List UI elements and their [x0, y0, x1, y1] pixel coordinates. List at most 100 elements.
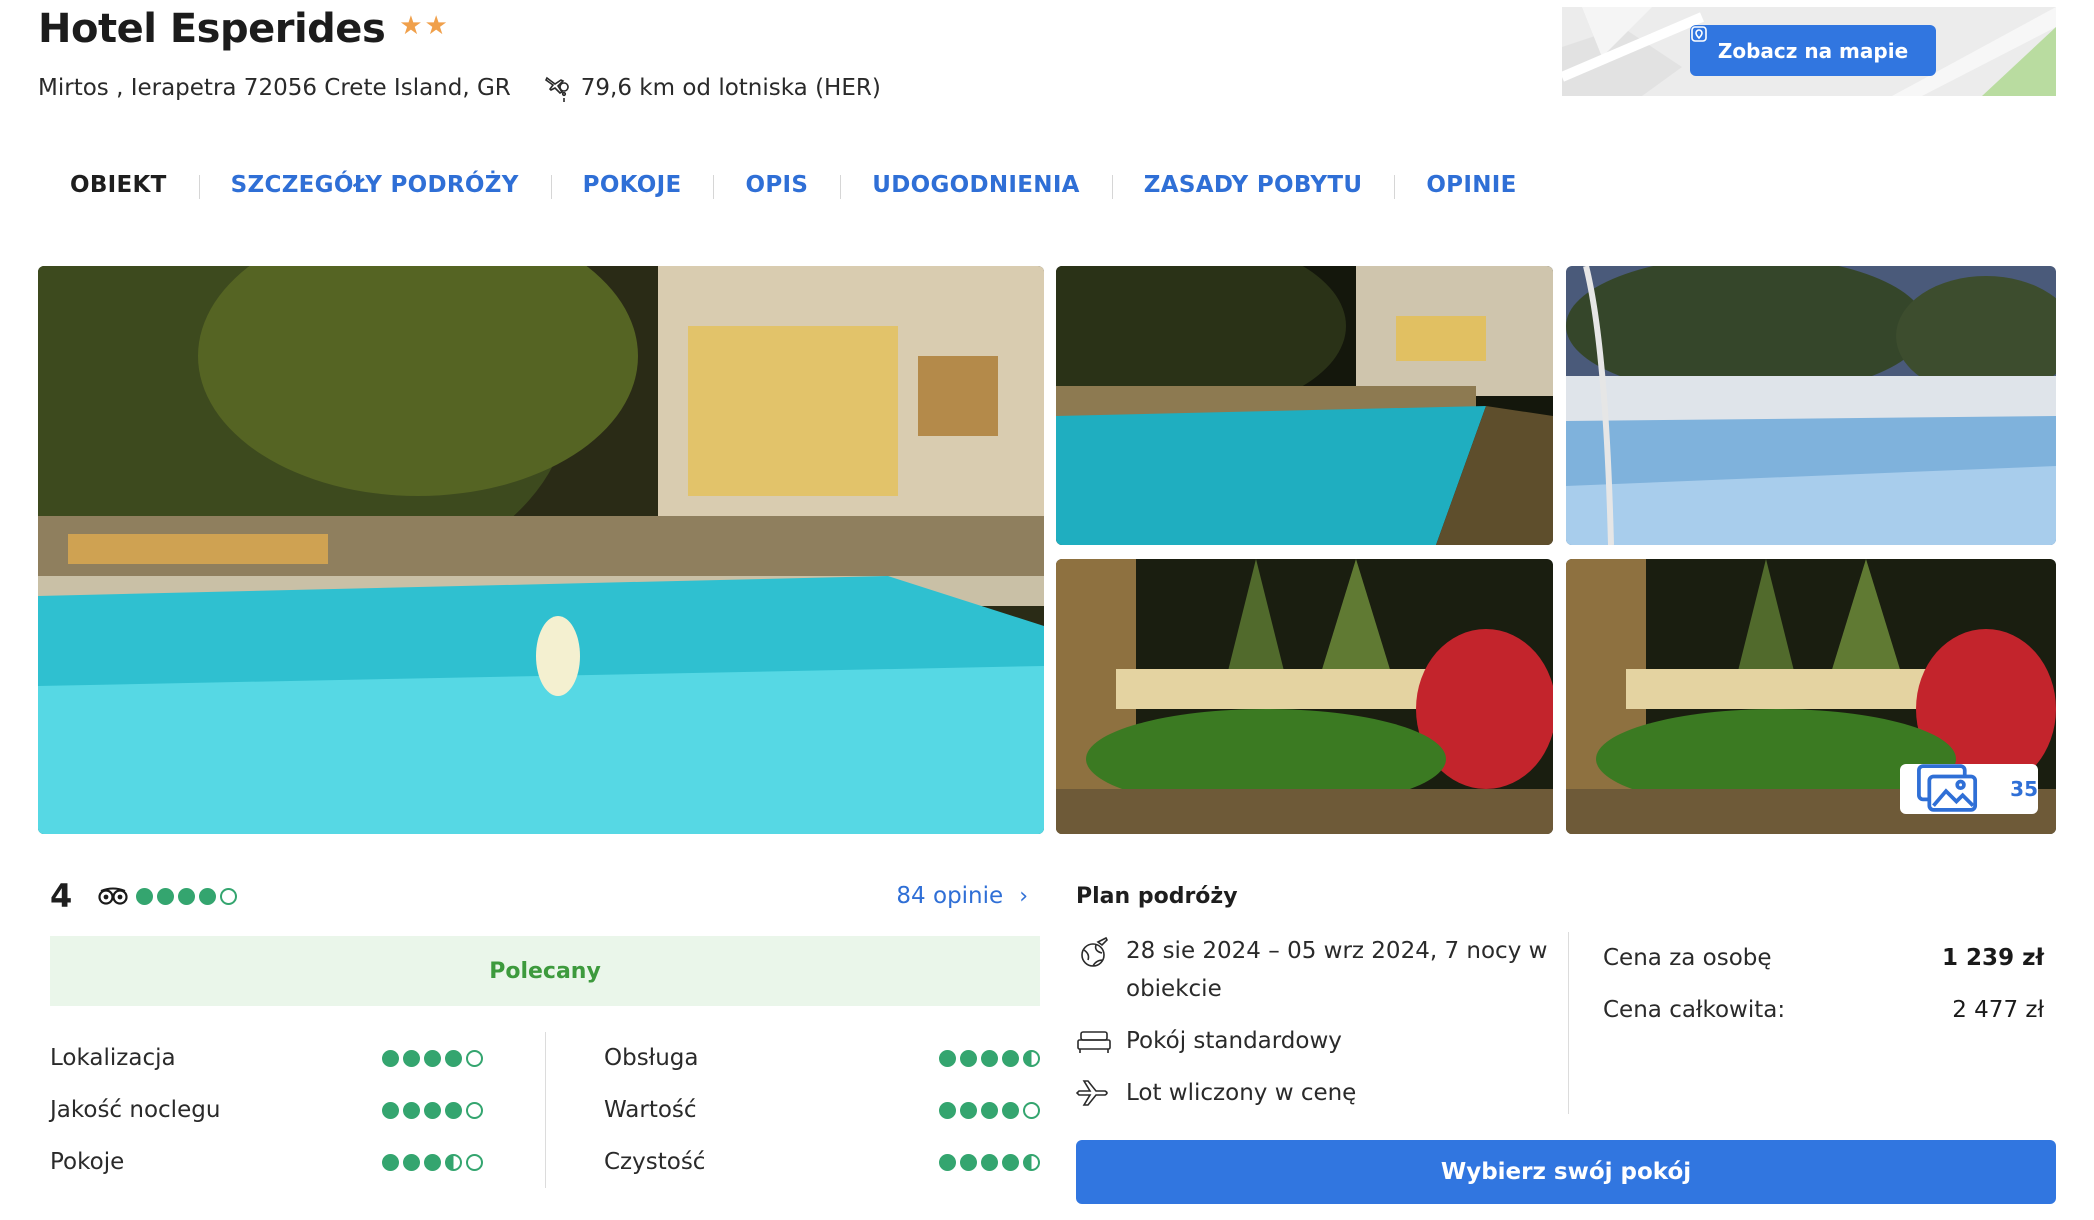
tab-description[interactable]: OPIS: [713, 172, 840, 199]
map-preview[interactable]: Zobacz na mapie: [1562, 7, 2056, 96]
trip-plan-title: Plan podróży: [1076, 883, 1238, 909]
recommended-badge: Polecany: [50, 936, 1040, 1006]
criterion-bubbles: [382, 1153, 483, 1171]
criterion-label: Czystość: [604, 1149, 706, 1175]
rating-bubble: [424, 1101, 441, 1119]
see-on-map-label: Zobacz na mapie: [1717, 38, 1909, 63]
title-row: Hotel Esperides ★★: [38, 6, 450, 52]
rating-bubble: [445, 1153, 462, 1171]
price-summary: Cena za osobę 1 239 zł Cena całkowita: 2…: [1568, 932, 2056, 1114]
images-icon: [1917, 764, 1978, 812]
rating-bubble: [939, 1049, 956, 1067]
globe-plane-icon: [1081, 936, 1108, 967]
rating-bubble: [1002, 1153, 1019, 1171]
rating-bubble: [960, 1101, 977, 1119]
rating-bubble: [199, 887, 216, 905]
rating-bubble: [1002, 1101, 1019, 1119]
trip-dates-label: 28 sie 2024 – 05 wrz 2024, 7 nocy w obie…: [1126, 938, 1548, 1002]
airplane-icon: [1076, 1080, 1108, 1106]
pool-night-photo: [38, 266, 1044, 834]
airplane-pin-icon: [544, 76, 569, 102]
criterion-row: Lokalizacja: [50, 1032, 545, 1084]
trip-plan: Plan podróży 28 sie 2024 – 05 wrz 2024, …: [1076, 872, 2056, 1126]
price-per-person-row: Cena za osobę 1 239 zł: [1603, 932, 2044, 984]
room-type: Pokój standardowy: [1076, 1022, 1568, 1060]
total-price-row: Cena całkowita: 2 477 zł: [1603, 984, 2044, 1036]
tab-trip-details[interactable]: SZCZEGÓŁY PODRÓŻY: [198, 172, 551, 199]
reviews-summary: 4 84 opinie › Polecany Lokalizacja Jakoś…: [50, 872, 1040, 1188]
criterion-label: Lokalizacja: [50, 1045, 176, 1071]
section-nav: OBIEKT SZCZEGÓŁY PODRÓŻY POKOJE OPIS UDO…: [38, 172, 1549, 199]
review-criteria: Lokalizacja Jakość noclegu Pokoje Obsług…: [50, 1032, 1040, 1188]
rating-bubble: [1023, 1101, 1040, 1119]
criterion-row: Pokoje: [50, 1136, 545, 1188]
rating-bubble: [981, 1101, 998, 1119]
airport-distance-label: 79,6 km od lotniska (HER): [580, 75, 881, 101]
trip-plan-body: 28 sie 2024 – 05 wrz 2024, 7 nocy w obie…: [1076, 932, 2056, 1126]
gallery-photo-5[interactable]: 35: [1566, 559, 2056, 834]
rating-bubble: [466, 1049, 483, 1067]
rating-bubble: [424, 1049, 441, 1067]
rating-bubble: [981, 1153, 998, 1171]
star-rating: ★★: [399, 11, 450, 41]
photo-count: 35: [2010, 777, 2038, 801]
tab-amenities[interactable]: UDOGODNIENIA: [840, 172, 1112, 199]
photo-count-button[interactable]: 35: [1900, 764, 2038, 814]
rating-bubble: [939, 1101, 956, 1119]
criterion-label: Wartość: [604, 1097, 697, 1123]
criterion-row: Obsługa: [604, 1032, 1040, 1084]
rating-bubble: [178, 887, 195, 905]
reviews-link[interactable]: 84 opinie ›: [896, 883, 1028, 909]
criterion-row: Wartość: [604, 1084, 1040, 1136]
rating-bubble: [960, 1153, 977, 1171]
room-type-label: Pokój standardowy: [1126, 1028, 1342, 1054]
total-price-label: Cena całkowita:: [1603, 997, 1786, 1023]
photo-gallery: 35: [38, 266, 2056, 834]
trip-dates: 28 sie 2024 – 05 wrz 2024, 7 nocy w obie…: [1076, 932, 1568, 1008]
tab-obiekt[interactable]: OBIEKT: [38, 172, 199, 198]
price-per-person-label: Cena za osobę: [1603, 945, 1772, 971]
price-per-person-value: 1 239 zł: [1942, 945, 2044, 971]
rating-bubble: [939, 1153, 956, 1171]
pool-night-photo-2: [1056, 266, 1553, 545]
rating-bubble: [220, 887, 237, 905]
rating-bubble: [424, 1153, 441, 1171]
rating-bubble: [981, 1049, 998, 1067]
tripadvisor-owl-icon: [98, 887, 128, 905]
criterion-row: Jakość noclegu: [50, 1084, 545, 1136]
tab-reviews[interactable]: OPINIE: [1394, 172, 1548, 199]
criterion-bubbles: [382, 1049, 483, 1067]
criterion-bubbles: [939, 1049, 1040, 1067]
criterion-bubbles: [939, 1153, 1040, 1171]
criterion-row: Czystość: [604, 1136, 1040, 1188]
gallery-photo-3[interactable]: [1566, 266, 2056, 545]
rating-bubble: [1002, 1049, 1019, 1067]
rating-bubble: [960, 1049, 977, 1067]
criterion-label: Jakość noclegu: [50, 1097, 221, 1123]
gallery-photo-4[interactable]: [1056, 559, 1553, 834]
terrace-night-photo: [1056, 559, 1553, 834]
address-row: Mirtos , Ierapetra 72056 Crete Island, G…: [38, 72, 881, 104]
rating-bubble: [382, 1153, 399, 1171]
chevron-right-icon: ›: [1019, 883, 1028, 909]
rating-bubble: [1023, 1153, 1040, 1171]
rating-bubble: [445, 1049, 462, 1067]
rating-bubble: [382, 1049, 399, 1067]
criterion-label: Obsługa: [604, 1045, 699, 1071]
tab-house-rules[interactable]: ZASADY POBYTU: [1111, 172, 1395, 199]
reviews-link-label: 84 opinie: [896, 883, 1004, 909]
hotel-address: Mirtos , Ierapetra 72056 Crete Island, G…: [38, 75, 511, 101]
rating-bubble: [466, 1153, 483, 1171]
criterion-label: Pokoje: [50, 1149, 125, 1175]
tab-rooms[interactable]: POKOJE: [550, 172, 714, 199]
trip-details: 28 sie 2024 – 05 wrz 2024, 7 nocy w obie…: [1076, 932, 1568, 1126]
reviews-header: 4 84 opinie ›: [50, 872, 1040, 920]
see-on-map-button[interactable]: Zobacz na mapie: [1690, 25, 1936, 76]
gallery-photo-2[interactable]: [1056, 266, 1553, 545]
criteria-col-left: Lokalizacja Jakość noclegu Pokoje: [50, 1032, 545, 1188]
criteria-col-right: Obsługa Wartość Czystość: [545, 1032, 1040, 1188]
rating-bubble: [403, 1153, 420, 1171]
gallery-photo-main[interactable]: [38, 266, 1044, 834]
choose-room-button[interactable]: Wybierz swój pokój: [1076, 1140, 2056, 1204]
criterion-bubbles: [939, 1101, 1040, 1119]
